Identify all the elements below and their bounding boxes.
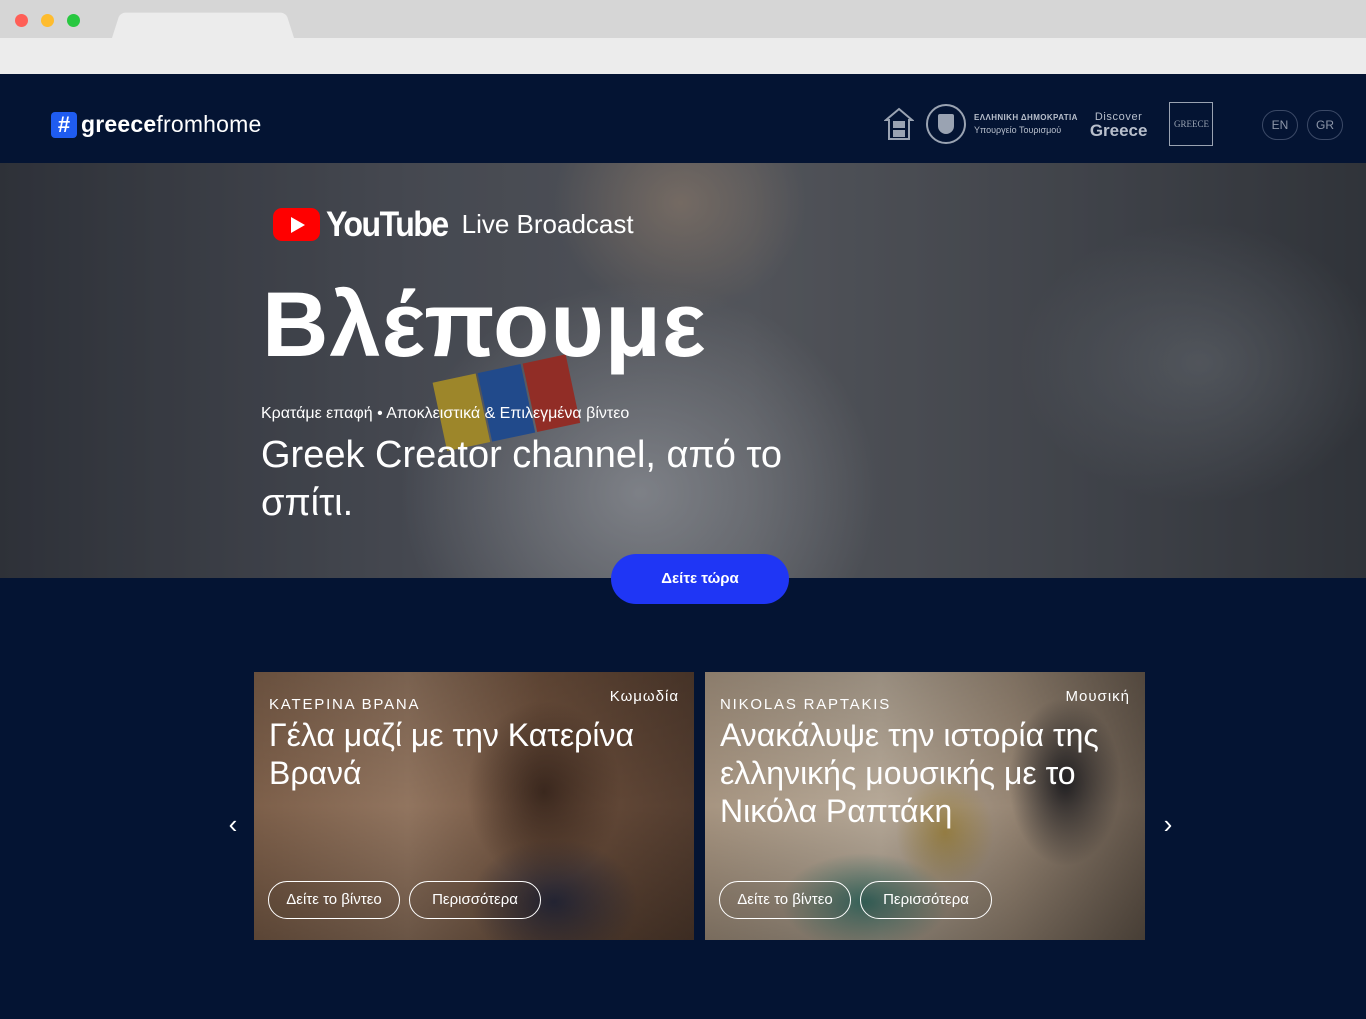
hero-title: Βλέπουμε (262, 274, 707, 376)
carousel-prev-icon[interactable]: ‹ (226, 811, 240, 837)
youtube-play-icon (273, 208, 320, 241)
maximize-window-icon[interactable] (67, 14, 80, 27)
language-en-button[interactable]: EN (1262, 110, 1298, 140)
site-logo[interactable]: # greece fromhome (51, 111, 262, 138)
more-button[interactable]: Περισσότερα (409, 881, 541, 919)
ministry-line2: Υπουργείο Τουρισμού (974, 125, 1062, 135)
site-header: # greece fromhome ΕΛΛΗΝΙΚΗ ΔΗΜΟΚΡΑΤΙΑ Υπ… (0, 74, 1366, 163)
greece-box-logo: GREECE (1169, 102, 1214, 146)
live-broadcast-label: Live Broadcast (461, 209, 634, 239)
youtube-wordmark: YouTube (326, 204, 449, 244)
card-creator-name: ΚΑΤΕΡΙΝΑ ΒΡΑΝΑ (269, 696, 421, 713)
ministry-logo: ΕΛΛΗΝΙΚΗ ΔΗΜΟΚΡΑΤΙΑ Υπουργείο Τουρισμού (974, 112, 1078, 136)
page: # greece fromhome ΕΛΛΗΝΙΚΗ ΔΗΜΟΚΡΑΤΙΑ Υπ… (0, 74, 1366, 1019)
close-window-icon[interactable] (15, 14, 28, 27)
minimize-window-icon[interactable] (41, 14, 54, 27)
ministry-line1: ΕΛΛΗΝΙΚΗ ΔΗΜΟΚΡΑΤΙΑ (974, 113, 1078, 122)
discover-greece-logo: Discover Greece (1089, 111, 1148, 140)
card-category: Κωμωδία (609, 688, 679, 705)
more-button[interactable]: Περισσότερα (860, 881, 992, 919)
logo-text-light: fromhome (156, 111, 262, 137)
logo-text-bold: greece (81, 111, 157, 137)
video-card-comedy[interactable]: ΚΑΤΕΡΙΝΑ ΒΡΑΝΑ Κωμωδία Γέλα μαζί με την … (254, 672, 694, 940)
browser-toolbar (0, 38, 1366, 74)
partner-logos: ΕΛΛΗΝΙΚΗ ΔΗΜΟΚΡΑΤΙΑ Υπουργείο Τουρισμού … (883, 102, 1214, 146)
greek-seal-icon (926, 104, 966, 144)
card-title: Ανακάλυψε την ιστορία της ελληνικής μουσ… (720, 717, 1099, 829)
hero-subtitle: Κρατάμε επαφή • Αποκλειστικά & Επιλεγμέν… (261, 405, 630, 422)
video-card-music[interactable]: NIKOLAS RAPTAKIS Μουσική Ανακάλυψε την ι… (705, 672, 1145, 940)
carousel-next-icon[interactable]: › (1161, 811, 1175, 837)
browser-chrome (0, 0, 1366, 74)
hashtag-icon: # (51, 111, 77, 138)
card-category: Μουσική (1065, 688, 1130, 705)
card-title: Γέλα μαζί με την Κατερίνα Βρανά (269, 717, 634, 791)
card-creator-name: NIKOLAS RAPTAKIS (720, 696, 892, 713)
watch-now-button[interactable]: Δείτε τώρα (611, 554, 789, 604)
youtube-live-badge: YouTube Live Broadcast (273, 204, 634, 244)
hero-banner: YouTube Live Broadcast Βλέπουμε Κρατάμε … (0, 163, 1366, 578)
discover-line2: Greece (1089, 121, 1148, 140)
stay-home-house-icon (883, 107, 915, 141)
hero-headline: Greek Creator channel, από το σπίτι. (261, 434, 783, 524)
browser-tab[interactable] (112, 12, 294, 38)
watch-video-button[interactable]: Δείτε το βίντεο (268, 881, 400, 919)
watch-video-button[interactable]: Δείτε το βίντεο (719, 881, 851, 919)
language-gr-button[interactable]: GR (1307, 110, 1343, 140)
